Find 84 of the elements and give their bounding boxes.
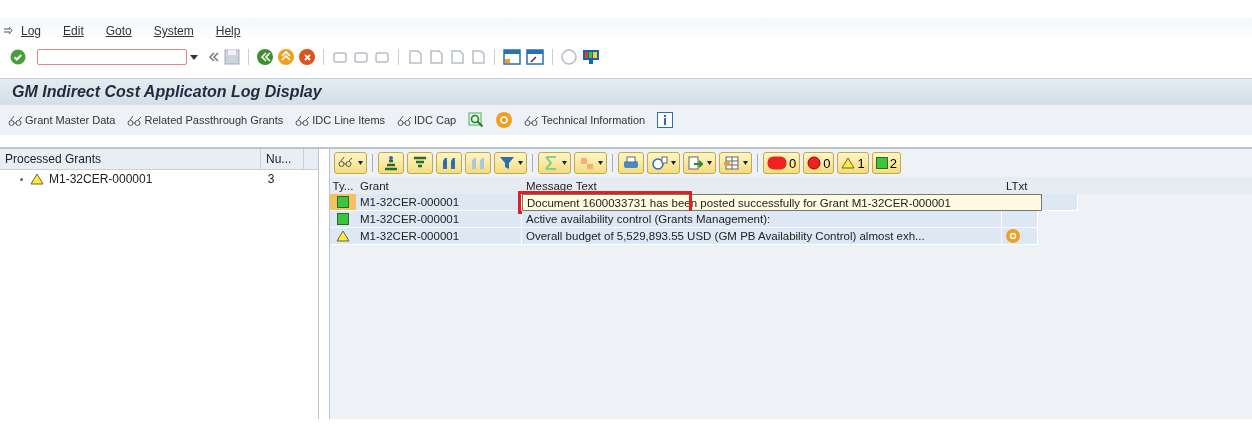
collapse-chevron-icon[interactable]: [209, 52, 219, 62]
magnifier-icon[interactable]: [468, 112, 485, 128]
type-cell[interactable]: [330, 211, 356, 228]
monitor-icon[interactable]: [582, 49, 600, 65]
column-header[interactable]: Nu...: [261, 149, 304, 169]
glasses-icon: [524, 114, 540, 126]
column-header[interactable]: Ty...: [330, 177, 356, 194]
export-icon: [687, 155, 705, 171]
filter-icon: [498, 155, 516, 171]
shortcut-window-icon[interactable]: [526, 49, 544, 65]
success-icon: [337, 196, 349, 208]
table-cell: M1-32CER-000001: [356, 228, 522, 245]
views-button[interactable]: [647, 152, 680, 174]
dropdown-caret-icon: [190, 54, 198, 60]
command-field[interactable]: [37, 49, 187, 65]
screen-title: GM Indirect Cost Applicaton Log Display: [12, 83, 322, 101]
toolbar-button[interactable]: IDC Line Items: [295, 114, 386, 126]
warning-count-button[interactable]: 1: [837, 152, 869, 174]
views-icon: [651, 155, 669, 171]
type-cell[interactable]: [330, 228, 356, 245]
caret-icon: [707, 161, 712, 165]
glasses-icon: [8, 114, 23, 126]
tree-node[interactable]: M1-32CER-000001: [0, 172, 260, 186]
column-header[interactable]: Processed Grants: [0, 149, 261, 169]
toolbar-button[interactable]: Technical Information: [524, 114, 646, 126]
check-icon[interactable]: [10, 49, 26, 65]
type-cell[interactable]: [330, 194, 356, 211]
success-icon: [875, 157, 888, 169]
menu-arrow-icon: [4, 26, 13, 36]
new-window-icon[interactable]: [503, 49, 521, 65]
caret-icon: [671, 161, 676, 165]
glasses-icon: [295, 114, 311, 126]
back-icon[interactable]: [257, 49, 273, 65]
sort-descending-button[interactable]: [407, 152, 433, 174]
bullet-icon: [20, 177, 23, 181]
layout-button[interactable]: [719, 152, 752, 174]
sort-ascending-icon: [382, 155, 400, 171]
column-header[interactable]: Grant: [356, 177, 522, 194]
find-button[interactable]: [436, 152, 462, 174]
table-cell: Overall budget of 5,529,893.55 USD (GM PB Availability Control) almost exh...: [522, 228, 1002, 245]
menu-item[interactable]: System: [153, 24, 194, 38]
menu-item[interactable]: Edit: [63, 24, 84, 38]
glasses-icon: [127, 114, 143, 126]
error-icon: [807, 156, 822, 170]
warning-triangle-icon: [336, 230, 350, 242]
info-icon[interactable]: [657, 112, 674, 128]
error-count-button[interactable]: 0: [803, 152, 835, 174]
tree-node-label: M1-32CER-000001: [49, 172, 153, 186]
filter-button[interactable]: [494, 152, 527, 174]
find-next-button[interactable]: [465, 152, 491, 174]
menu-item[interactable]: Goto: [105, 24, 132, 38]
toolbar-button[interactable]: IDC Cap: [397, 114, 457, 126]
caret-icon: [598, 161, 603, 165]
column-header[interactable]: Message Text: [522, 177, 1002, 194]
table-cell: M1-32CER-000001: [356, 211, 522, 228]
toolbar-button[interactable]: Related Passthrough Grants: [127, 114, 284, 126]
success-count-button[interactable]: 2: [871, 152, 901, 174]
stop-count-button[interactable]: 0: [763, 152, 801, 174]
print-button[interactable]: [618, 152, 644, 174]
caret-icon: [358, 161, 363, 165]
menu-item[interactable]: Help: [215, 24, 241, 38]
export-button[interactable]: [683, 152, 716, 174]
cancel-icon[interactable]: [299, 49, 315, 65]
layout-icon: [723, 155, 741, 171]
column-header[interactable]: LTxt: [1002, 177, 1038, 194]
glasses-icon: [397, 114, 413, 126]
warning-triangle-icon: [30, 173, 44, 185]
total-button[interactable]: [538, 152, 571, 174]
count-cell-text: 3: [266, 172, 276, 186]
caret-icon: [743, 161, 748, 165]
table-cell: Active availability control (Grants Management):: [522, 211, 1002, 228]
toolbar-button[interactable]: Grant Master Data: [8, 114, 116, 126]
menu-item[interactable]: Log: [21, 24, 42, 38]
caret-icon: [562, 161, 567, 165]
sort-ascending-button[interactable]: [378, 152, 404, 174]
table-cell: M1-32CER-000001: [356, 194, 522, 211]
details-button[interactable]: [334, 152, 367, 174]
exit-icon[interactable]: [278, 49, 294, 65]
success-icon: [337, 213, 349, 225]
subtotal-button[interactable]: [574, 152, 607, 174]
caret-icon: [518, 161, 523, 165]
stop-sign-icon: [767, 156, 787, 170]
warning-triangle-icon: [841, 157, 856, 169]
subtotal-icon: [578, 155, 596, 171]
